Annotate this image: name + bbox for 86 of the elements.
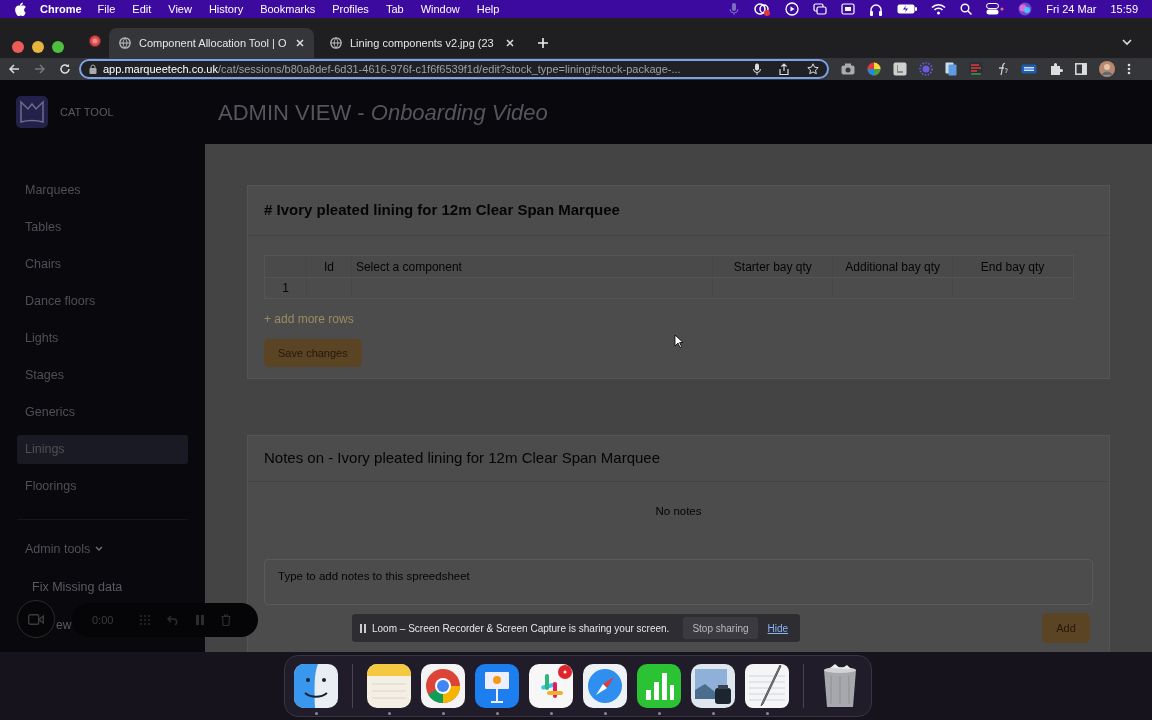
column-header: Select a component [351,256,714,277]
spreadsheet-icon[interactable] [969,62,983,76]
podium-icon[interactable] [475,663,519,708]
back-icon[interactable] [8,63,20,75]
avatar-icon[interactable] [1099,61,1115,77]
orb-icon [1018,2,1033,16]
lock-icon [89,64,97,74]
menu-time[interactable]: 15:59 [1110,0,1138,18]
play-circle-icon [785,2,800,16]
browser-tab[interactable]: Lining components v2.jpg (23 [320,28,525,58]
globe-icon [330,37,342,49]
apple-icon [14,2,26,16]
star-icon[interactable] [807,63,819,75]
plus-icon[interactable] [537,37,549,49]
menu-item[interactable]: Window [420,0,460,18]
menu-item[interactable]: Bookmarks [260,0,316,18]
pause-icon [360,623,366,633]
recording-icon [89,35,101,47]
microphone-icon[interactable] [753,63,761,75]
smiley-face-icon[interactable] [294,663,338,708]
wifi-icon [931,3,947,15]
menu-item[interactable]: Profiles [332,0,369,18]
reload-icon[interactable] [59,63,71,75]
sun-icon[interactable] [919,62,933,76]
camera-icon[interactable] [841,63,855,75]
column-header: End bay qty [953,256,1073,277]
page-title: ADMIN VIEW - Onboarding Video [218,98,548,127]
column-header: Id [306,256,352,277]
menu-item[interactable]: View [168,0,192,18]
notepad-icon[interactable] [367,663,411,708]
pen-and-paper-icon[interactable] [745,663,789,708]
notes-input[interactable]: Type to add notes to this spreedsheet [264,559,1093,606]
close-window-icon[interactable] [12,41,24,53]
documents-icon[interactable] [945,62,957,76]
url-text: app.marqueetech.co.uk/cat/sessions/b80a8def-6d31-4616-976f-c1f6f6539f1d/edit?stock_type=lining#stock-package-... [103,61,682,77]
toggles-icon [986,3,1005,15]
minimize-window-icon[interactable] [32,41,44,53]
row-number: 1 [265,278,307,298]
tab-title: Component Allocation Tool | O [139,35,287,51]
more-icon[interactable] [1127,63,1131,75]
close-icon[interactable] [505,38,515,48]
ring-logo-icon[interactable] [421,663,465,708]
battery-icon [897,4,918,14]
empty-notes-text: No notes [655,504,702,519]
logo-icon [16,96,48,128]
microphone-icon [729,2,740,16]
hash-logo-icon[interactable] [529,663,573,708]
tab-title: Lining components v2.jpg (23 [350,35,495,51]
video-camera-icon [28,613,44,625]
menu-app-name[interactable]: Chrome [40,0,82,18]
menu-item[interactable]: Edit [132,0,152,18]
photo-viewer-icon[interactable] [691,663,735,708]
column-header: Starter bay qty [713,256,834,277]
share-icon[interactable] [779,63,789,75]
sharing-message: Loom – Screen Recorder & Screen Capture is sharing your screen. [372,621,670,636]
mouse-pointer-icon [674,334,684,348]
puzzle-icon[interactable] [1049,62,1063,76]
notes-title: Notes on - Ivory pleated lining for 12m Clear Span Marquee [264,448,661,469]
headphones-icon [869,2,884,16]
menu-date[interactable]: Fri 24 Mar [1046,0,1097,18]
side-panel-icon[interactable] [1075,63,1087,75]
menu-item[interactable]: File [97,0,116,18]
menu-item[interactable]: Help [476,0,500,18]
zoom-window-icon[interactable] [52,41,64,53]
grid-dots-icon[interactable] [139,614,152,626]
chevron-down-icon[interactable] [1122,38,1132,46]
search-icon [960,3,973,15]
recording-timer: 0:00 [92,612,114,628]
globe-icon [119,37,131,49]
menu-item[interactable]: Tab [385,0,404,18]
close-icon[interactable] [294,38,305,48]
display-icon [841,3,856,15]
chevron-down-icon [95,546,104,553]
windows-icon [813,3,828,15]
hide-link[interactable]: Hide [767,620,789,636]
package-title: # Ivory pleated lining for 12m Clear Span Marquee [264,200,620,221]
browser-tab[interactable]: Component Allocation Tool | O [109,28,314,58]
bar-chart-icon[interactable] [637,663,681,708]
address-bar[interactable]: app.marqueetech.co.uk/cat/sessions/b80a8def-6d31-4616-976f-c1f6f6539f1d/edit?stock_type=lining#stock-package-... [79,59,829,79]
column-header: Additional bay qty [833,256,954,277]
app-name: CAT TOOL [60,104,114,120]
stop-sharing-button[interactable]: Stop sharing [683,617,758,639]
forward-icon[interactable] [34,63,46,75]
menu-item[interactable]: History [208,0,244,18]
color-wheel-icon[interactable] [867,62,881,76]
compass-icon[interactable] [583,663,627,708]
